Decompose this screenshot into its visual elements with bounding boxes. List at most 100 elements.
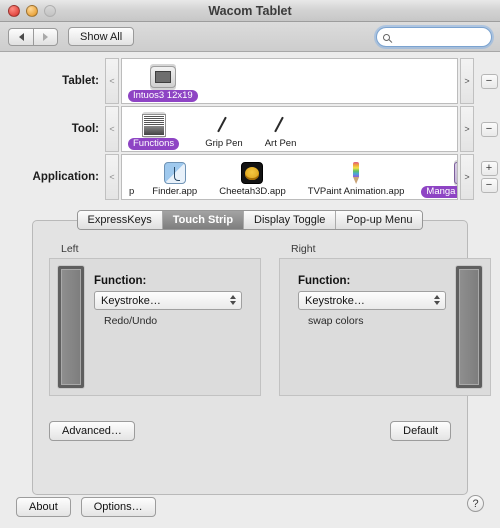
tablet-prev-button[interactable]: < bbox=[105, 58, 119, 104]
left-function-area: Function: Keystroke… Redo/Undo bbox=[84, 267, 252, 327]
tool-item-grip-pen[interactable]: Grip Pen bbox=[194, 107, 254, 151]
application-item-label: Finder.app bbox=[152, 186, 198, 197]
add-application-button[interactable]: + bbox=[480, 161, 498, 176]
options-button[interactable]: Options… bbox=[80, 497, 156, 517]
tablet-item-label: Intuos3 12x19 bbox=[128, 90, 198, 102]
advanced-button[interactable]: Advanced… bbox=[49, 421, 135, 441]
right-section-title: Right bbox=[291, 243, 316, 255]
application-item-tvpaint[interactable]: TVPaint Animation.app bbox=[297, 155, 416, 199]
touch-strip-halves: Left Function: Keystroke… Redo/Undo Righ… bbox=[49, 243, 491, 396]
right-function-value: Keystroke… bbox=[305, 294, 365, 307]
tablet-next-button[interactable]: > bbox=[460, 58, 474, 104]
tool-item-label: Art Pen bbox=[264, 138, 297, 149]
search-container bbox=[376, 27, 492, 47]
left-section-title: Left bbox=[61, 243, 79, 255]
traffic-lights bbox=[8, 4, 56, 17]
tool-prev-button[interactable]: < bbox=[105, 106, 119, 152]
application-row-buttons: + − bbox=[478, 154, 500, 200]
tool-list[interactable]: Functions Grip Pen Art Pen bbox=[121, 106, 458, 152]
tool-item-label: Functions bbox=[128, 138, 180, 150]
window-titlebar: Wacom Tablet bbox=[0, 0, 500, 22]
application-item-truncated[interactable]: p bbox=[122, 155, 141, 199]
footer-bar: About Options… ? bbox=[0, 486, 500, 528]
left-function-label: Function: bbox=[94, 275, 147, 287]
tool-item-functions[interactable]: Functions bbox=[122, 107, 185, 151]
forward-arrow-icon bbox=[43, 32, 48, 41]
application-item-cheetah3d[interactable]: Cheetah3D.app bbox=[208, 155, 297, 199]
minimize-window-button[interactable] bbox=[26, 4, 38, 17]
tool-item-label: Grip Pen bbox=[205, 138, 243, 149]
manga-studio-icon: M bbox=[453, 160, 457, 186]
tvpaint-icon bbox=[346, 160, 366, 186]
left-touch-strip-graphic bbox=[58, 266, 84, 388]
help-button[interactable]: ? bbox=[467, 495, 484, 512]
right-touch-strip-graphic bbox=[456, 266, 482, 388]
application-item-label: TVPaint Animation.app bbox=[307, 186, 405, 197]
functions-icon bbox=[141, 112, 166, 138]
application-item-label: Cheetah3D.app bbox=[219, 186, 286, 197]
default-button[interactable]: Default bbox=[390, 421, 451, 441]
tablet-icon bbox=[149, 64, 176, 90]
right-function-description: swap colors bbox=[308, 315, 364, 327]
left-function-dropdown[interactable]: Keystroke… bbox=[94, 291, 242, 310]
tab-display-toggle[interactable]: Display Toggle bbox=[244, 211, 337, 229]
tool-item-art-pen[interactable]: Art Pen bbox=[254, 107, 308, 151]
right-function-area: Function: Keystroke… swap colors bbox=[288, 267, 456, 327]
remove-tool-button[interactable]: − bbox=[480, 121, 498, 137]
touch-strip-panel: Left Function: Keystroke… Redo/Undo Righ… bbox=[32, 220, 491, 495]
application-item-finder[interactable]: Finder.app bbox=[141, 155, 208, 199]
close-window-button[interactable] bbox=[8, 4, 20, 17]
remove-application-button[interactable]: − bbox=[480, 178, 498, 193]
tool-row-buttons: − bbox=[478, 106, 500, 152]
tool-row-label: Tool: bbox=[71, 123, 99, 135]
application-row-label: Application: bbox=[32, 171, 99, 183]
pen-icon bbox=[271, 112, 291, 138]
zoom-window-button[interactable] bbox=[44, 4, 56, 17]
left-function-value: Keystroke… bbox=[101, 294, 161, 307]
left-section-box: Function: Keystroke… Redo/Undo bbox=[49, 258, 261, 396]
tab-touch-strip[interactable]: Touch Strip bbox=[162, 211, 245, 229]
toolbar: Show All bbox=[0, 22, 500, 52]
tablet-row-buttons: − bbox=[478, 58, 500, 104]
search-icon bbox=[383, 33, 390, 41]
application-item-label: p bbox=[129, 186, 135, 197]
stepper-arrows-icon bbox=[434, 295, 440, 305]
right-strip-section: Right Function: Keystroke… swap colors bbox=[279, 243, 491, 396]
window-title: Wacom Tablet bbox=[208, 3, 292, 18]
right-function-label: Function: bbox=[298, 275, 351, 287]
right-function-dropdown[interactable]: Keystroke… bbox=[298, 291, 446, 310]
tab-bar-container: ExpressKeys Touch Strip Display Toggle P… bbox=[0, 202, 500, 230]
panel-button-bar: Advanced… Default bbox=[49, 421, 451, 441]
tablet-item-intuos3[interactable]: Intuos3 12x19 bbox=[122, 59, 204, 103]
selector-rows: Tablet: < Intuos3 12x19 > − Tool: < Func… bbox=[0, 52, 500, 200]
forward-button[interactable] bbox=[33, 27, 58, 46]
back-button[interactable] bbox=[8, 27, 33, 46]
tablet-row: Tablet: < Intuos3 12x19 > − bbox=[0, 58, 500, 104]
pen-icon bbox=[214, 112, 234, 138]
application-list[interactable]: p Finder.app Cheetah3D.app TVPaint Anima… bbox=[121, 154, 458, 200]
remove-tablet-button[interactable]: − bbox=[480, 73, 498, 89]
application-item-manga-studio[interactable]: M Manga Studio.app bbox=[415, 155, 457, 199]
search-input[interactable] bbox=[394, 31, 474, 43]
finder-icon bbox=[163, 160, 186, 186]
tool-row: Tool: < Functions Grip Pen Art Pen > − bbox=[0, 106, 500, 152]
application-item-label: Manga Studio.app bbox=[421, 186, 457, 198]
tab-popup-menu[interactable]: Pop-up Menu bbox=[336, 211, 423, 229]
stepper-arrows-icon bbox=[230, 295, 236, 305]
about-button[interactable]: About bbox=[16, 497, 71, 517]
navigation-segmented-control bbox=[8, 27, 58, 46]
back-arrow-icon bbox=[18, 32, 24, 41]
application-row: Application: < p Finder.app Cheetah3D.ap… bbox=[0, 154, 500, 200]
left-strip-section: Left Function: Keystroke… Redo/Undo bbox=[49, 243, 261, 396]
tablet-list[interactable]: Intuos3 12x19 bbox=[121, 58, 458, 104]
search-field[interactable] bbox=[376, 27, 492, 47]
cheetah3d-icon bbox=[241, 160, 264, 186]
tab-expresskeys[interactable]: ExpressKeys bbox=[77, 211, 163, 229]
application-next-button[interactable]: > bbox=[460, 154, 474, 200]
tool-next-button[interactable]: > bbox=[460, 106, 474, 152]
tab-bar: ExpressKeys Touch Strip Display Toggle P… bbox=[76, 210, 424, 230]
tablet-row-label: Tablet: bbox=[62, 75, 99, 87]
left-function-description: Redo/Undo bbox=[104, 315, 158, 327]
application-prev-button[interactable]: < bbox=[105, 154, 119, 200]
show-all-button[interactable]: Show All bbox=[68, 27, 135, 46]
